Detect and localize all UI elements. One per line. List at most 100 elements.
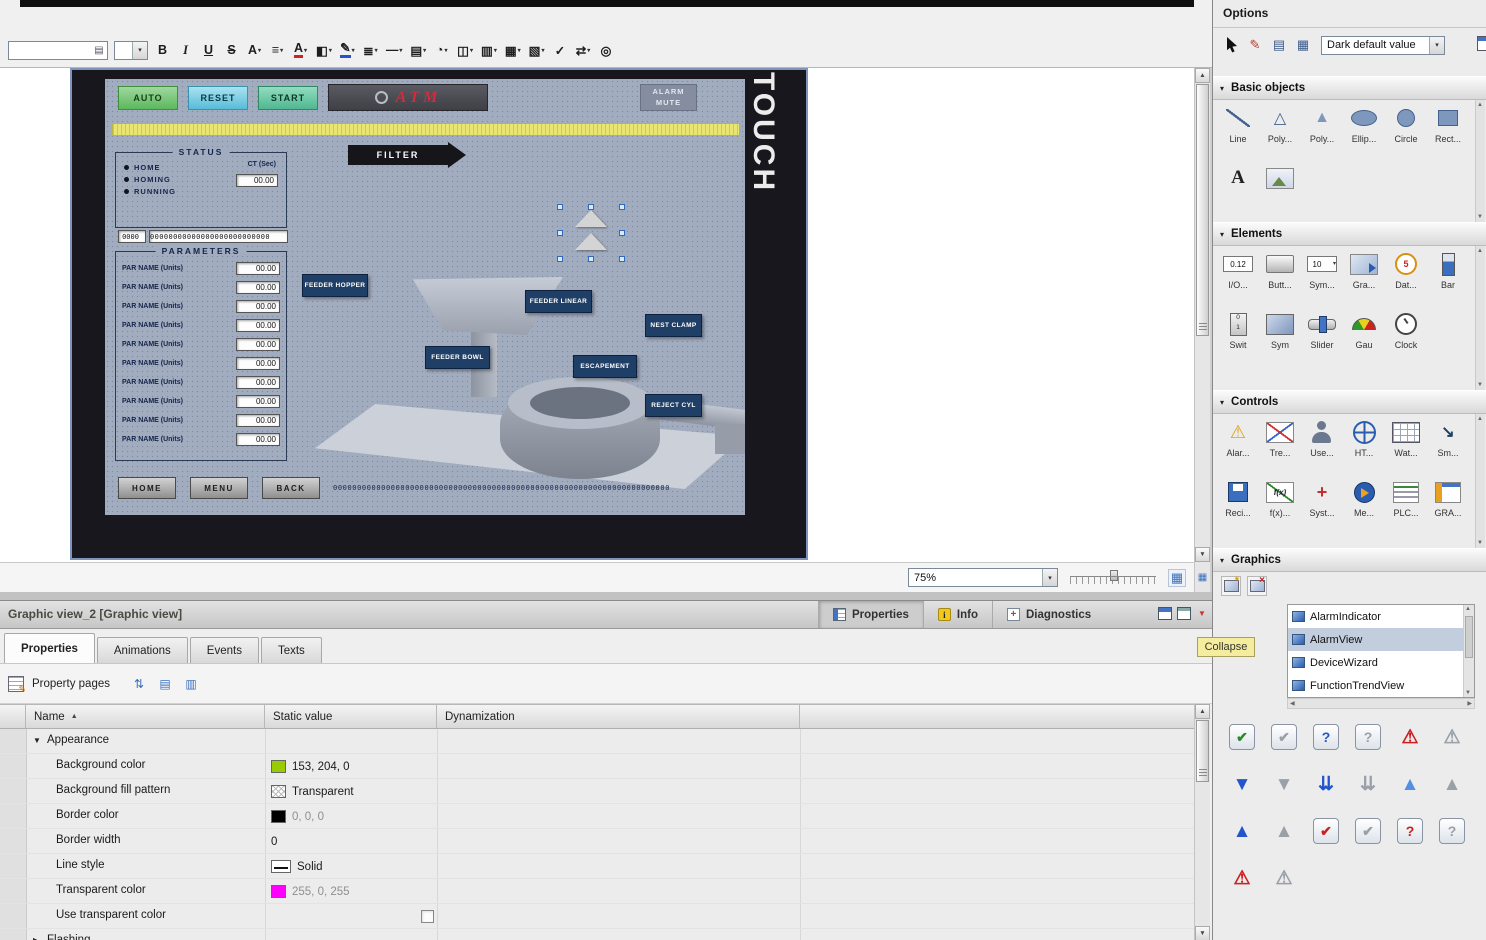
feeder-linear-label[interactable]: FEEDER LINEAR: [525, 290, 592, 313]
graphic-preview[interactable]: ?: [1313, 724, 1339, 750]
symbolic-io-tool[interactable]: 10 Sym...: [1301, 246, 1343, 306]
tree-horizontal-scrollbar[interactable]: [1287, 698, 1475, 709]
property-row-background-color[interactable]: Background color 153, 204, 0: [0, 754, 1194, 779]
rectangle-tool[interactable]: Rect...: [1427, 100, 1469, 160]
zoom-slider[interactable]: [1070, 570, 1156, 586]
graphic-preview[interactable]: ▲: [1389, 761, 1431, 808]
feeder-bowl-label[interactable]: FEEDER BOWL: [425, 346, 490, 369]
parameter-value-field[interactable]: 00.00: [236, 281, 280, 294]
graphic-preview[interactable]: ?: [1439, 818, 1465, 844]
column-static-value[interactable]: Static value: [265, 705, 437, 728]
parameter-value-field[interactable]: 00.00: [236, 395, 280, 408]
graphic-preview[interactable]: ✔: [1313, 818, 1339, 844]
reset-button[interactable]: RESET: [188, 86, 248, 110]
graphic-preview[interactable]: ▲: [1221, 808, 1263, 855]
section-graphics[interactable]: Graphics: [1213, 548, 1486, 572]
graphic-item-devicewizard[interactable]: DeviceWizard: [1288, 651, 1474, 674]
parameter-value-field[interactable]: 00.00: [236, 319, 280, 332]
feeder-hopper-label[interactable]: FEEDER HOPPER: [302, 274, 368, 297]
expand-inspector-icon[interactable]: [1177, 607, 1191, 620]
collapse-triangle-icon[interactable]: [33, 736, 41, 745]
subtab-texts[interactable]: Texts: [261, 637, 322, 663]
selection-handle[interactable]: [619, 204, 625, 210]
graphic-item-alarmview[interactable]: AlarmView: [1288, 628, 1474, 651]
layer-button[interactable]: ▤: [409, 40, 427, 60]
scroll-down-icon[interactable]: ▼: [1195, 926, 1210, 940]
info-tab[interactable]: Info: [923, 601, 992, 628]
graphic-preview[interactable]: ✔: [1355, 818, 1381, 844]
selection-handle[interactable]: [557, 204, 563, 210]
style-combo[interactable]: Dark default value ▾: [1321, 36, 1445, 55]
property-group-appearance[interactable]: Appearance: [0, 729, 1194, 754]
recipe-view-control[interactable]: Reci...: [1217, 474, 1259, 534]
parameter-value-field[interactable]: 00.00: [236, 262, 280, 275]
remove-graphic-button[interactable]: [1247, 576, 1267, 596]
zoom-slider-thumb[interactable]: [1110, 570, 1118, 581]
graphic-preview[interactable]: ⇊: [1347, 761, 1389, 808]
color-swatch[interactable]: [271, 810, 286, 823]
editor-canvas[interactable]: TOUCH AUTO RESET START ATM ALARM MUTE FI…: [0, 68, 1194, 562]
fill-color-button[interactable]: ◧: [315, 40, 333, 60]
escapement-label[interactable]: ESCAPEMENT: [573, 355, 637, 378]
style-edit-icon[interactable]: ✎: [1245, 35, 1265, 55]
parameter-value-field[interactable]: 00.00: [236, 338, 280, 351]
system-diagnostics-control[interactable]: Syst...: [1301, 474, 1343, 534]
font-size-button[interactable]: A: [246, 40, 263, 60]
text-field-tool[interactable]: A: [1217, 160, 1259, 220]
graphic-item-alarmindicator[interactable]: AlarmIndicator: [1288, 605, 1474, 628]
graphic-preview[interactable]: ⚠: [1263, 855, 1305, 902]
format-painter-button[interactable]: ✓: [551, 40, 568, 60]
zoom-select-button[interactable]: ◎: [597, 40, 614, 60]
plc-code-view-control[interactable]: PLC...: [1385, 474, 1427, 534]
panel-divider[interactable]: [0, 592, 1212, 600]
align-objects-button[interactable]: ▥: [480, 40, 498, 60]
graphic-view-tool[interactable]: [1259, 160, 1301, 220]
reject-cyl-label[interactable]: REJECT CYL: [645, 394, 702, 417]
expand-categories-icon[interactable]: [156, 675, 174, 693]
counter-field[interactable]: 0000: [118, 230, 146, 243]
underline-button[interactable]: U: [200, 40, 217, 60]
user-view-control[interactable]: Use...: [1301, 414, 1343, 474]
menu-button[interactable]: MENU: [190, 477, 248, 499]
parameter-value-field[interactable]: 00.00: [236, 300, 280, 313]
gauge-tool[interactable]: Gau: [1343, 306, 1385, 366]
property-row-background-fill-pattern[interactable]: Background fill pattern Transparent: [0, 779, 1194, 804]
fit-to-screen-button[interactable]: ▦: [1168, 569, 1186, 587]
parameter-value-field[interactable]: 00.00: [236, 376, 280, 389]
palette-scrollbar[interactable]: [1475, 246, 1485, 390]
scrollbar-corner[interactable]: ▦: [1194, 562, 1210, 592]
line-spacing-button[interactable]: ≡: [269, 40, 286, 60]
tree-vertical-scrollbar[interactable]: [1463, 605, 1474, 697]
selected-arrow-object[interactable]: [560, 207, 622, 259]
property-row-border-width[interactable]: Border width 0: [0, 829, 1194, 854]
font-color-button[interactable]: A: [292, 40, 309, 60]
parameter-value-field[interactable]: 00.00: [236, 357, 280, 370]
selection-handle[interactable]: [619, 230, 625, 236]
line-width-button[interactable]: —: [385, 40, 404, 60]
io-field-tool[interactable]: 0.12 I/O...: [1217, 246, 1259, 306]
select-cursor-icon[interactable]: [1221, 35, 1241, 55]
float-inspector-icon[interactable]: [1158, 607, 1172, 620]
color-swatch[interactable]: [271, 760, 286, 773]
line-tool[interactable]: Line: [1217, 100, 1259, 160]
graphic-preview[interactable]: ▼: [1263, 761, 1305, 808]
property-row-use-transparent-color[interactable]: Use transparent color: [0, 904, 1194, 929]
graphic-preview[interactable]: ⇊: [1305, 761, 1347, 808]
tab-order-button[interactable]: ⇄: [574, 40, 591, 60]
graphic-item-functiontrendview[interactable]: FunctionTrendView: [1288, 674, 1474, 697]
line-style-icon[interactable]: [271, 860, 291, 873]
section-elements[interactable]: Elements: [1213, 222, 1486, 246]
polyline-tool[interactable]: Poly...: [1259, 100, 1301, 160]
ellipse-tool[interactable]: Ellip...: [1343, 100, 1385, 160]
scrollbar-thumb[interactable]: [1196, 84, 1209, 336]
media-player-control[interactable]: Me...: [1343, 474, 1385, 534]
selection-handle[interactable]: [557, 230, 563, 236]
bar-tool[interactable]: Bar: [1427, 246, 1469, 306]
table-vertical-scrollbar[interactable]: ▲ ▼: [1194, 704, 1210, 940]
watch-table-control[interactable]: Wat...: [1385, 414, 1427, 474]
zoom-level-combo[interactable]: 75% ▾: [908, 568, 1058, 587]
rotate-button[interactable]: ◔: [433, 40, 450, 60]
graphic-preview[interactable]: ✔: [1271, 724, 1297, 750]
slider-tool[interactable]: Slider: [1301, 306, 1343, 366]
nest-clamp-label[interactable]: NEST CLAMP: [645, 314, 702, 337]
